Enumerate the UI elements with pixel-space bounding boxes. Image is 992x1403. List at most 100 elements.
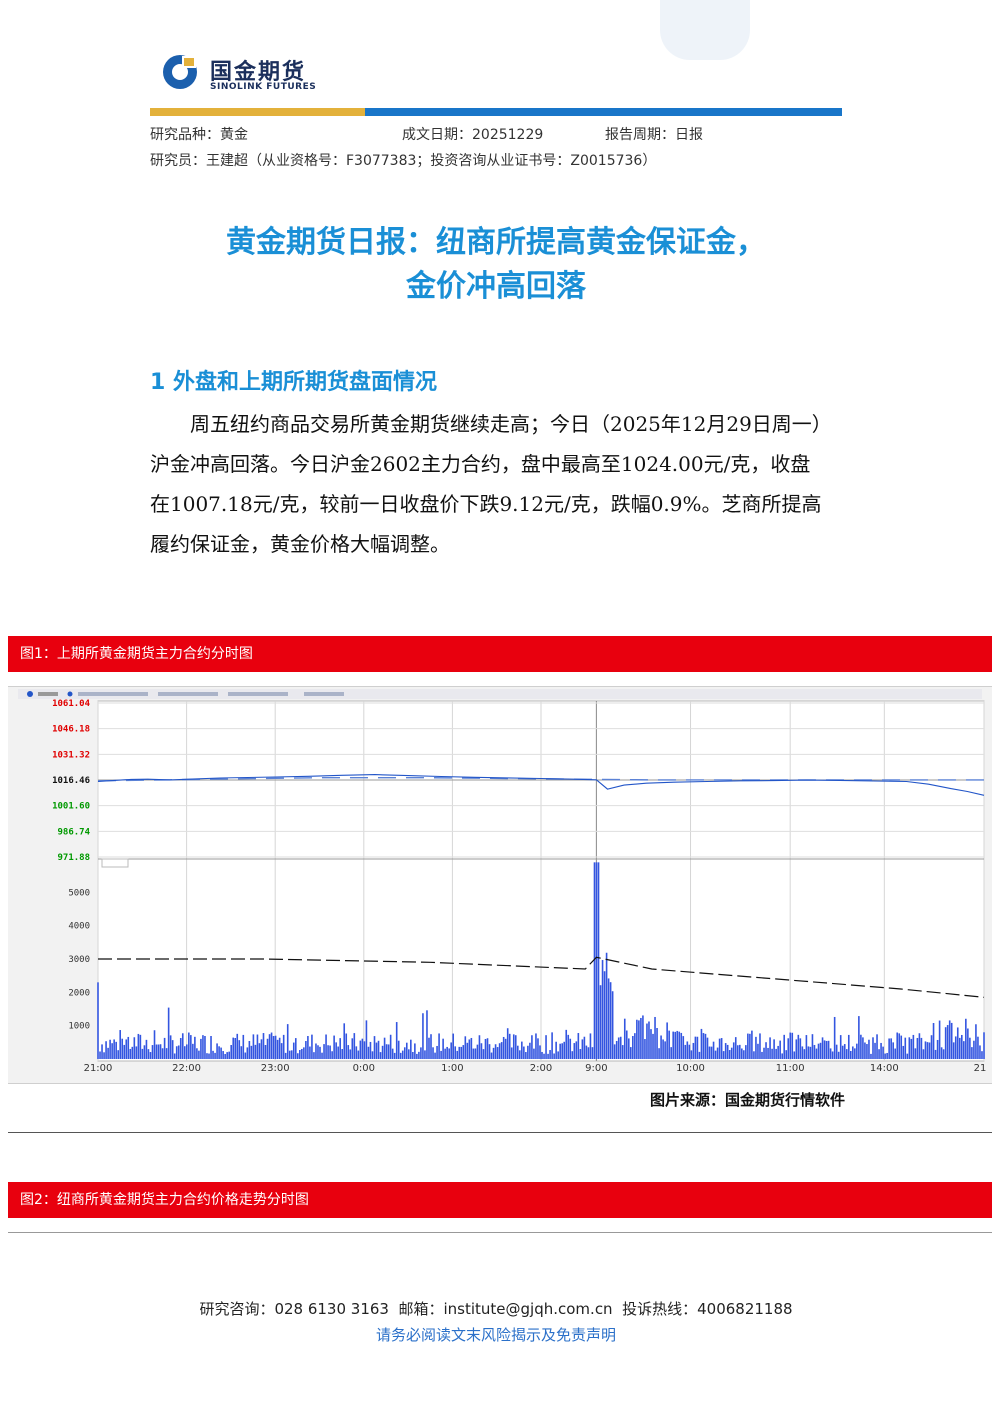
volume-bar <box>401 1050 404 1059</box>
volume-bar <box>595 862 598 1059</box>
time-tick-label: 21 <box>974 1063 987 1074</box>
volume-bar <box>894 1048 896 1059</box>
volume-bar <box>284 1052 287 1059</box>
volume-bar <box>194 1036 196 1059</box>
time-tick-label: 23:00 <box>261 1063 290 1074</box>
volume-bar <box>478 1035 481 1059</box>
volume-bar <box>468 1039 471 1059</box>
volume-bar <box>730 1047 733 1059</box>
volume-bar <box>353 1033 356 1059</box>
volume-bar <box>819 1042 822 1059</box>
volume-bar <box>258 1043 261 1059</box>
volume-bar <box>266 1038 269 1059</box>
volume-bar <box>539 1045 541 1059</box>
volume-bar <box>179 1038 182 1059</box>
volume-bar <box>206 1053 208 1059</box>
toolbar-label-icon <box>304 692 344 696</box>
volume-bar <box>254 1044 257 1059</box>
meta-variety: 研究品种：黄金 <box>150 127 248 143</box>
header-color-bar <box>150 108 842 116</box>
volume-bar <box>805 1035 808 1059</box>
volume-bar <box>514 1035 517 1059</box>
volume-bar <box>408 1049 410 1059</box>
volume-bar <box>557 1051 559 1059</box>
volume-bar <box>603 971 606 1059</box>
volume-bar <box>529 1042 531 1059</box>
volume-bar <box>938 1020 941 1059</box>
volume-bar <box>262 1033 265 1059</box>
volume-bar <box>395 1022 398 1059</box>
volume-bar <box>137 1033 140 1059</box>
volume-bar <box>270 1032 273 1059</box>
volume-bar <box>389 1034 392 1059</box>
volume-bar <box>932 1023 935 1059</box>
volume-bar <box>494 1044 497 1059</box>
volume-bar <box>741 1048 743 1059</box>
toolbar-dot-icon <box>27 691 33 697</box>
footer-disclaimer-link[interactable]: 请务必阅读文末风险揭示及免责声明 <box>0 1324 992 1345</box>
volume-bar <box>688 1044 691 1059</box>
volume-bar <box>944 1027 947 1059</box>
price-tick-label: 971.88 <box>57 853 90 863</box>
volume-bar <box>591 1047 594 1059</box>
volume-bar <box>430 1034 432 1059</box>
volume-bar <box>682 1036 685 1059</box>
volume-bar <box>837 1051 840 1059</box>
volume-bar <box>658 1048 660 1059</box>
volume-bar <box>165 1048 168 1059</box>
volume-bar <box>956 1027 959 1059</box>
volume-bar <box>186 1044 188 1059</box>
volume-bar <box>482 1049 485 1059</box>
volume-bar <box>272 1036 275 1059</box>
volume-bar <box>632 1036 634 1059</box>
volume-bar <box>747 1033 749 1059</box>
toolbar-label-icon <box>38 692 58 696</box>
volume-bar <box>811 1034 814 1059</box>
volume-bar <box>872 1037 874 1059</box>
volume-tick-label: 5000 <box>68 888 90 898</box>
volume-bar <box>301 1048 303 1059</box>
volume-bar <box>181 1033 184 1059</box>
volume-bar <box>107 1047 109 1059</box>
volume-bar <box>676 1030 679 1059</box>
volume-bar <box>615 1040 618 1059</box>
time-tick-label: 2:00 <box>530 1063 552 1074</box>
volume-bar <box>611 991 614 1059</box>
figure-2-caption-bar: 图2：纽商所黄金期货主力合约价格走势分时图 <box>8 1182 992 1218</box>
volume-bar <box>650 1029 652 1059</box>
volume-bar <box>751 1030 753 1059</box>
volume-bar <box>708 1046 711 1059</box>
volume-bar <box>694 1036 697 1059</box>
volume-bar <box>807 1046 810 1059</box>
volume-bar <box>908 1037 911 1059</box>
volume-bar <box>397 1040 400 1059</box>
volume-bar <box>472 1048 475 1059</box>
volume-bar <box>662 1039 664 1059</box>
volume-bar <box>341 1049 344 1059</box>
volume-bar <box>801 1046 804 1059</box>
volume-bar <box>696 1036 699 1059</box>
volume-bar <box>601 960 604 1059</box>
volume-bar <box>971 1047 973 1059</box>
volume-bar <box>331 1051 333 1059</box>
volume-bar <box>531 1035 533 1059</box>
volume-bar <box>535 1033 537 1059</box>
volume-bar <box>589 1033 592 1059</box>
toolbar-label-icon <box>158 692 218 696</box>
volume-bar <box>521 1041 523 1059</box>
volume-bar <box>912 1034 915 1059</box>
volume-bar <box>458 1046 461 1059</box>
volume-bar <box>418 1051 420 1059</box>
volume-bar <box>303 1047 305 1059</box>
logo-mark-icon <box>163 55 197 89</box>
volume-bar <box>274 1035 277 1059</box>
volume-bar <box>896 1032 899 1059</box>
volume-bar <box>357 1050 360 1059</box>
volume-bar <box>736 1045 739 1059</box>
volume-bar <box>171 1040 174 1059</box>
figure-2-caption: 图2：纽商所黄金期货主力合约价格走势分时图 <box>20 1192 309 1208</box>
volume-bar <box>878 1049 880 1059</box>
volume-bar <box>416 1053 418 1059</box>
volume-bar <box>133 1037 136 1059</box>
volume-bar <box>866 1044 868 1059</box>
